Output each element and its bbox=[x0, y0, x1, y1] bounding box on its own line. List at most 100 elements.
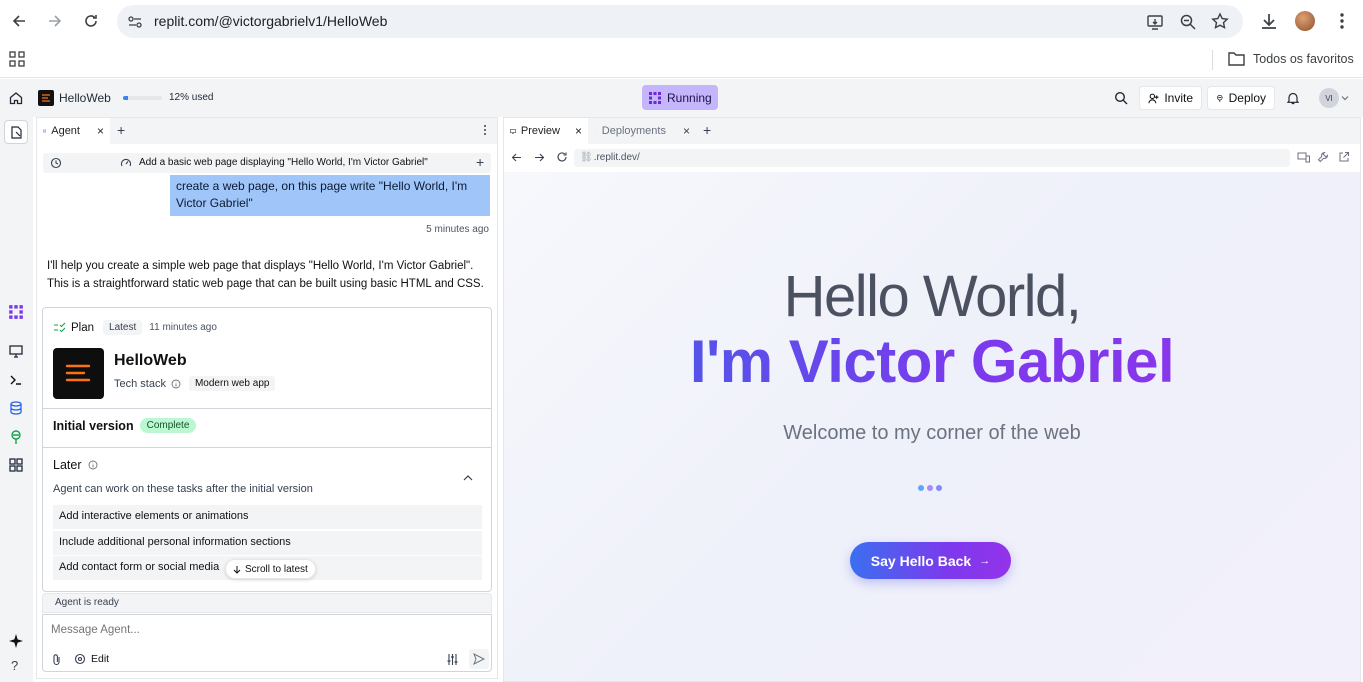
say-hello-label: Say Hello Back bbox=[870, 552, 972, 569]
help-icon[interactable]: ? bbox=[11, 658, 18, 673]
dot bbox=[927, 485, 933, 491]
info-icon[interactable] bbox=[171, 379, 181, 389]
close-icon[interactable]: × bbox=[683, 124, 690, 138]
agent-tool-icon[interactable] bbox=[8, 304, 24, 320]
bookmark-star-icon[interactable] bbox=[1211, 12, 1229, 30]
address-bar[interactable]: replit.com/@victorgabrielv1/HelloWeb bbox=[117, 5, 1243, 38]
hero-heading-line1: Hello World, bbox=[783, 264, 1082, 329]
info-icon[interactable] bbox=[88, 460, 98, 470]
invite-label: Invite bbox=[1164, 91, 1193, 105]
close-icon[interactable]: × bbox=[97, 124, 104, 138]
run-status-button[interactable]: Running bbox=[642, 85, 718, 110]
close-icon[interactable]: × bbox=[575, 124, 582, 138]
later-description: Agent can work on these tasks after the … bbox=[53, 483, 313, 495]
agent-tab-bar: Agent × + bbox=[37, 118, 497, 144]
chevron-down-icon[interactable] bbox=[1341, 94, 1349, 102]
task-history-bar[interactable]: Add a basic web page displaying "Hello W… bbox=[43, 153, 491, 173]
reload-icon[interactable] bbox=[81, 11, 101, 31]
tab-deployments[interactable]: Deployments × bbox=[590, 118, 696, 144]
say-hello-back-button[interactable]: Say Hello Back → bbox=[850, 542, 1011, 579]
monitor-icon[interactable] bbox=[8, 343, 24, 359]
progress-gauge-icon bbox=[120, 157, 132, 169]
history-icon[interactable] bbox=[50, 157, 62, 169]
send-icon bbox=[473, 653, 485, 665]
later-header[interactable]: Later bbox=[53, 458, 98, 472]
deployments-icon[interactable] bbox=[8, 429, 24, 445]
user-message-bubble: create a web page, on this page write "H… bbox=[170, 175, 490, 216]
preview-reload-icon[interactable] bbox=[556, 151, 568, 163]
site-settings-icon[interactable] bbox=[127, 14, 143, 30]
forward-icon[interactable] bbox=[45, 11, 65, 31]
project-icon bbox=[38, 90, 54, 106]
file-tree-toggle[interactable] bbox=[4, 120, 28, 144]
tech-stack-badge: Modern web app bbox=[188, 376, 276, 391]
apps-grid-icon[interactable] bbox=[9, 51, 25, 67]
replit-header: HelloWeb 12% used Running Invite Deploy … bbox=[0, 79, 1363, 117]
tech-stack-row: Tech stack Modern web app bbox=[114, 376, 276, 391]
folder-icon bbox=[1228, 52, 1245, 66]
task-title: Add a basic web page displaying "Hello W… bbox=[139, 157, 428, 168]
install-app-icon[interactable] bbox=[1146, 13, 1164, 31]
app-name: HelloWeb bbox=[114, 352, 187, 369]
preview-forward-icon[interactable] bbox=[534, 152, 545, 163]
scroll-to-latest-button[interactable]: Scroll to latest bbox=[225, 559, 316, 579]
invite-button[interactable]: Invite bbox=[1139, 86, 1202, 110]
later-label: Later bbox=[53, 458, 82, 472]
open-new-tab-icon[interactable] bbox=[1338, 151, 1350, 163]
agent-status-bar: Agent is ready bbox=[42, 593, 492, 613]
new-task-icon[interactable]: + bbox=[476, 154, 484, 170]
url-text[interactable]: replit.com/@victorgabrielv1/HelloWeb bbox=[154, 13, 387, 29]
more-vertical-icon[interactable] bbox=[483, 124, 487, 136]
dot bbox=[918, 485, 924, 491]
downloads-icon[interactable] bbox=[1259, 11, 1279, 31]
message-input[interactable] bbox=[51, 621, 481, 639]
initial-version-row: Initial version Complete bbox=[53, 418, 197, 433]
attach-icon[interactable] bbox=[51, 653, 62, 666]
deploy-button[interactable]: Deploy bbox=[1207, 86, 1275, 110]
preview-url-bar[interactable]: ⛓.replit.dev/ bbox=[574, 149, 1290, 167]
add-user-icon bbox=[1148, 93, 1159, 103]
bell-icon[interactable] bbox=[1286, 91, 1300, 105]
run-status-label: Running bbox=[667, 90, 712, 105]
tab-deployments-label: Deployments bbox=[601, 125, 666, 137]
chevron-up-icon[interactable] bbox=[463, 474, 473, 482]
project-name[interactable]: HelloWeb bbox=[59, 91, 111, 105]
terminal-icon[interactable] bbox=[8, 372, 24, 388]
back-icon[interactable] bbox=[9, 11, 29, 31]
dot bbox=[936, 485, 942, 491]
initial-version-label: Initial version bbox=[53, 418, 134, 433]
agent-reply-line: This is a straightforward static web pag… bbox=[47, 278, 484, 290]
search-icon[interactable] bbox=[1114, 91, 1128, 105]
user-avatar[interactable]: VI bbox=[1319, 88, 1339, 108]
all-tools-grid-icon[interactable] bbox=[8, 457, 24, 473]
all-bookmarks-folder[interactable]: Todos os favoritos bbox=[1228, 51, 1354, 66]
divider bbox=[43, 408, 491, 409]
profile-avatar[interactable] bbox=[1295, 11, 1315, 31]
deploy-label: Deploy bbox=[1228, 91, 1266, 105]
agent-panel: Agent × + Add a basic web page displayin… bbox=[36, 117, 498, 679]
agent-reply: I'll help you create a simple web page t… bbox=[47, 257, 487, 293]
home-icon[interactable] bbox=[9, 91, 23, 105]
tab-agent[interactable]: Agent × bbox=[37, 118, 110, 144]
hero-heading-line2: I'm Victor Gabriel bbox=[504, 327, 1360, 396]
send-button[interactable] bbox=[469, 649, 489, 669]
devtools-wrench-icon[interactable] bbox=[1317, 151, 1329, 163]
deployments-icon bbox=[596, 130, 597, 132]
database-icon[interactable] bbox=[8, 400, 24, 416]
settings-sliders-icon[interactable] bbox=[446, 653, 459, 666]
divider bbox=[43, 447, 491, 448]
complete-badge: Complete bbox=[139, 418, 197, 433]
devices-icon[interactable] bbox=[1297, 152, 1310, 163]
preview-back-icon[interactable] bbox=[511, 152, 522, 163]
browser-menu-icon[interactable] bbox=[1332, 11, 1352, 31]
zoom-icon[interactable] bbox=[1179, 13, 1197, 31]
divider bbox=[1212, 50, 1213, 70]
arrow-right-icon: → bbox=[979, 554, 991, 567]
add-tab-icon[interactable]: + bbox=[703, 122, 711, 138]
tab-preview[interactable]: Preview × bbox=[504, 118, 588, 144]
target-icon bbox=[74, 653, 86, 665]
agent-logo-icon bbox=[649, 91, 661, 104]
edit-mode-button[interactable]: Edit bbox=[74, 653, 109, 665]
sparkle-icon[interactable] bbox=[8, 633, 24, 649]
add-tab-icon[interactable]: + bbox=[117, 122, 125, 138]
